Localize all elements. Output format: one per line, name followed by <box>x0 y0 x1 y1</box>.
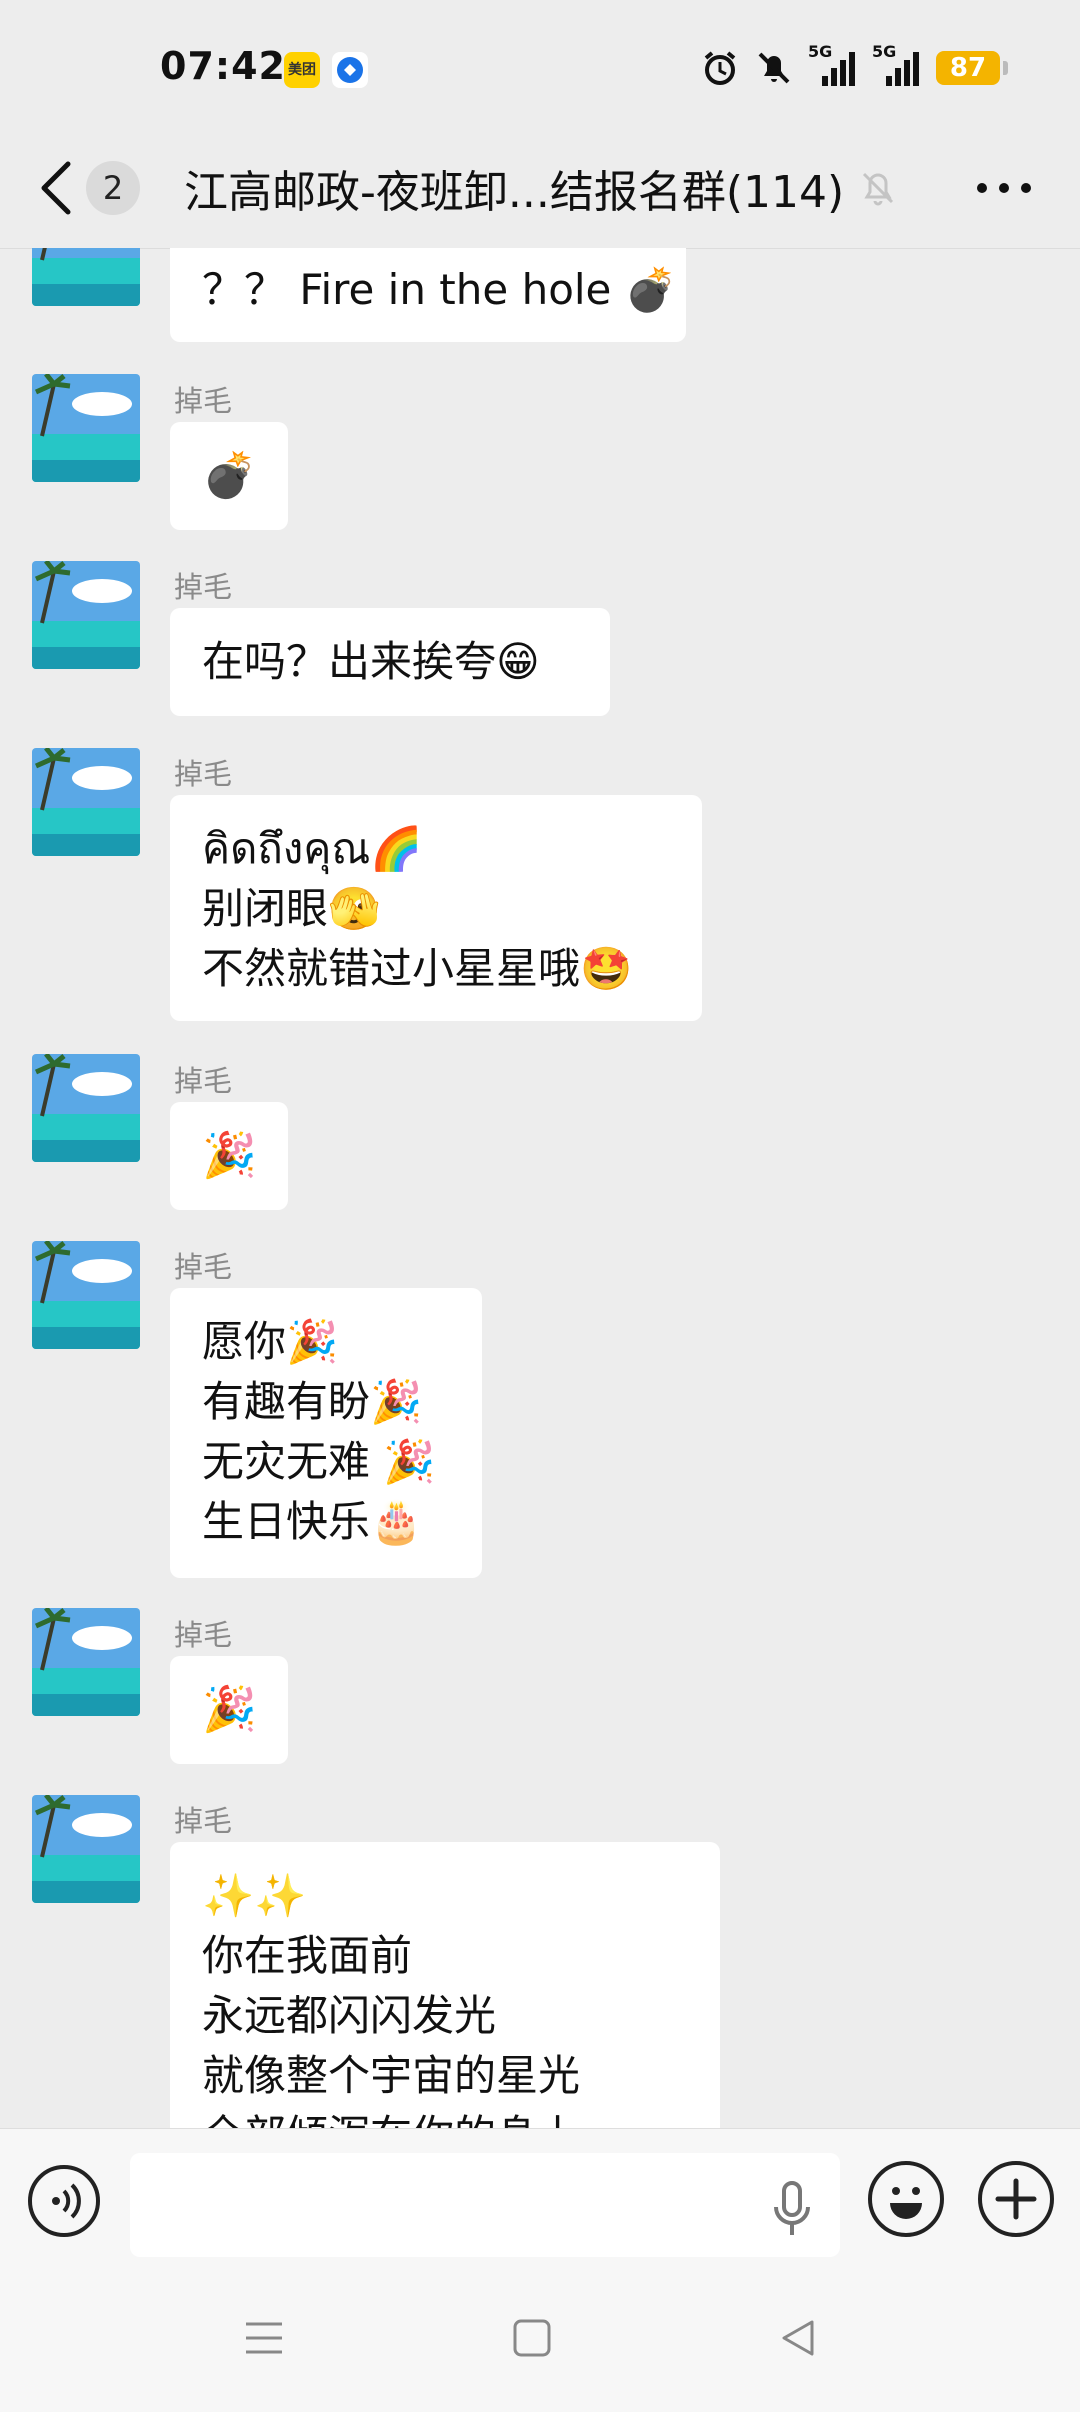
message-text: 不然就错过小星星哦🤩 <box>202 944 633 993</box>
avatar[interactable] <box>32 561 140 669</box>
message-text: 别闭眼🫣 <box>202 884 381 933</box>
message-text: 🎉 <box>202 1684 257 1735</box>
meituan-app-icon: 美团 <box>284 52 320 88</box>
message-bubble[interactable]: ✨✨ 你在我面前 永远都闪闪发光 就像整个宇宙的星光 全部倾泻在你的身上 <box>170 1842 720 2128</box>
avatar[interactable] <box>32 1241 140 1349</box>
muted-bell-icon <box>862 172 894 206</box>
sender-name: 掉毛 <box>174 570 233 604</box>
message-text: 无灾无难 🎉 <box>202 1437 436 1486</box>
message-text: 生日快乐🎂 <box>202 1497 423 1546</box>
add-attachment-button[interactable] <box>978 2161 1054 2237</box>
microphone-icon[interactable] <box>770 2181 814 2237</box>
message-text: 🎉 <box>202 1130 257 1181</box>
status-icons: 5G 5G 87 <box>700 42 1008 90</box>
message-text: 💣 <box>202 450 257 501</box>
signal-icon <box>822 52 855 86</box>
avatar[interactable] <box>32 248 140 306</box>
back-nav-icon[interactable] <box>778 2318 818 2358</box>
message-text: 有趣有盼🎉 <box>202 1377 423 1426</box>
message-bubble[interactable]: 愿你🎉 有趣有盼🎉 无灾无难 🎉 生日快乐🎂 <box>170 1288 482 1578</box>
input-bar <box>0 2128 1080 2269</box>
sender-name: 掉毛 <box>174 1064 233 1098</box>
message-text: 在吗？出来挨夸😁 <box>202 637 540 686</box>
message-bubble[interactable]: ？？ Fire in the hole 💣 <box>170 248 686 342</box>
message-bubble[interactable]: 🎉 <box>170 1656 288 1764</box>
sender-name: 掉毛 <box>174 1250 233 1284</box>
message-list[interactable]: ？？ Fire in the hole 💣 掉毛 💣 掉毛 在吗？出来挨夸😁 掉… <box>0 248 1080 2128</box>
unread-count-badge[interactable]: 2 <box>86 161 140 215</box>
chat-title[interactable]: 江高邮政-夜班卸...结报名群(114) <box>184 156 844 220</box>
plus-icon <box>995 2178 1037 2220</box>
message-text: 永远都闪闪发光 <box>202 1991 497 2040</box>
mute-bell-icon <box>758 52 790 84</box>
voice-mode-button[interactable] <box>28 2165 100 2237</box>
system-navigation-bar <box>0 2268 1080 2412</box>
message-text: คิดถึงคุณ🌈 <box>202 824 423 873</box>
avatar[interactable] <box>32 1608 140 1716</box>
back-arrow-icon[interactable] <box>36 158 76 218</box>
battery-indicator: 87 <box>936 51 1008 85</box>
home-nav-icon[interactable] <box>512 2318 552 2358</box>
menu-nav-icon[interactable] <box>244 2318 284 2358</box>
message-text: 就像整个宇宙的星光 <box>202 2051 581 2100</box>
message-text: 全部倾泻在你的身上 <box>202 2106 688 2128</box>
avatar[interactable] <box>32 1795 140 1903</box>
status-bar: 07:42 美团 5G 5G 87 <box>0 0 1080 130</box>
message-text: ？？ Fire in the hole 💣 <box>202 265 678 314</box>
chat-header: 2 江高邮政-夜班卸...结报名群(114) <box>0 130 1080 249</box>
avatar[interactable] <box>32 748 140 856</box>
smiley-icon <box>890 2187 922 2219</box>
clock: 07:42 <box>160 44 286 88</box>
message-bubble[interactable]: 在吗？出来挨夸😁 <box>170 608 610 716</box>
avatar[interactable] <box>32 374 140 482</box>
message-bubble[interactable]: 🎉 <box>170 1102 288 1210</box>
message-text: ✨✨ <box>202 1871 307 1920</box>
sender-name: 掉毛 <box>174 757 233 791</box>
emoji-button[interactable] <box>868 2161 944 2237</box>
signal-5g-2: 5G <box>872 42 922 88</box>
message-text: 你在我面前 <box>202 1931 413 1980</box>
sound-wave-icon <box>52 2183 81 2219</box>
message-bubble[interactable]: 💣 <box>170 422 288 530</box>
message-input[interactable] <box>130 2153 840 2257</box>
avatar[interactable] <box>32 1054 140 1162</box>
alarm-icon <box>704 51 736 85</box>
message-text: 愿你🎉 <box>202 1317 339 1366</box>
sender-name: 掉毛 <box>174 1804 233 1838</box>
sender-name: 掉毛 <box>174 384 233 418</box>
signal-icon <box>886 52 919 86</box>
signal-5g-1: 5G <box>808 42 858 88</box>
pay-app-icon <box>332 52 368 88</box>
more-options-icon[interactable] <box>976 178 1032 198</box>
message-bubble[interactable]: คิดถึงคุณ🌈 别闭眼🫣 不然就错过小星星哦🤩 <box>170 795 702 1021</box>
sender-name: 掉毛 <box>174 1618 233 1652</box>
